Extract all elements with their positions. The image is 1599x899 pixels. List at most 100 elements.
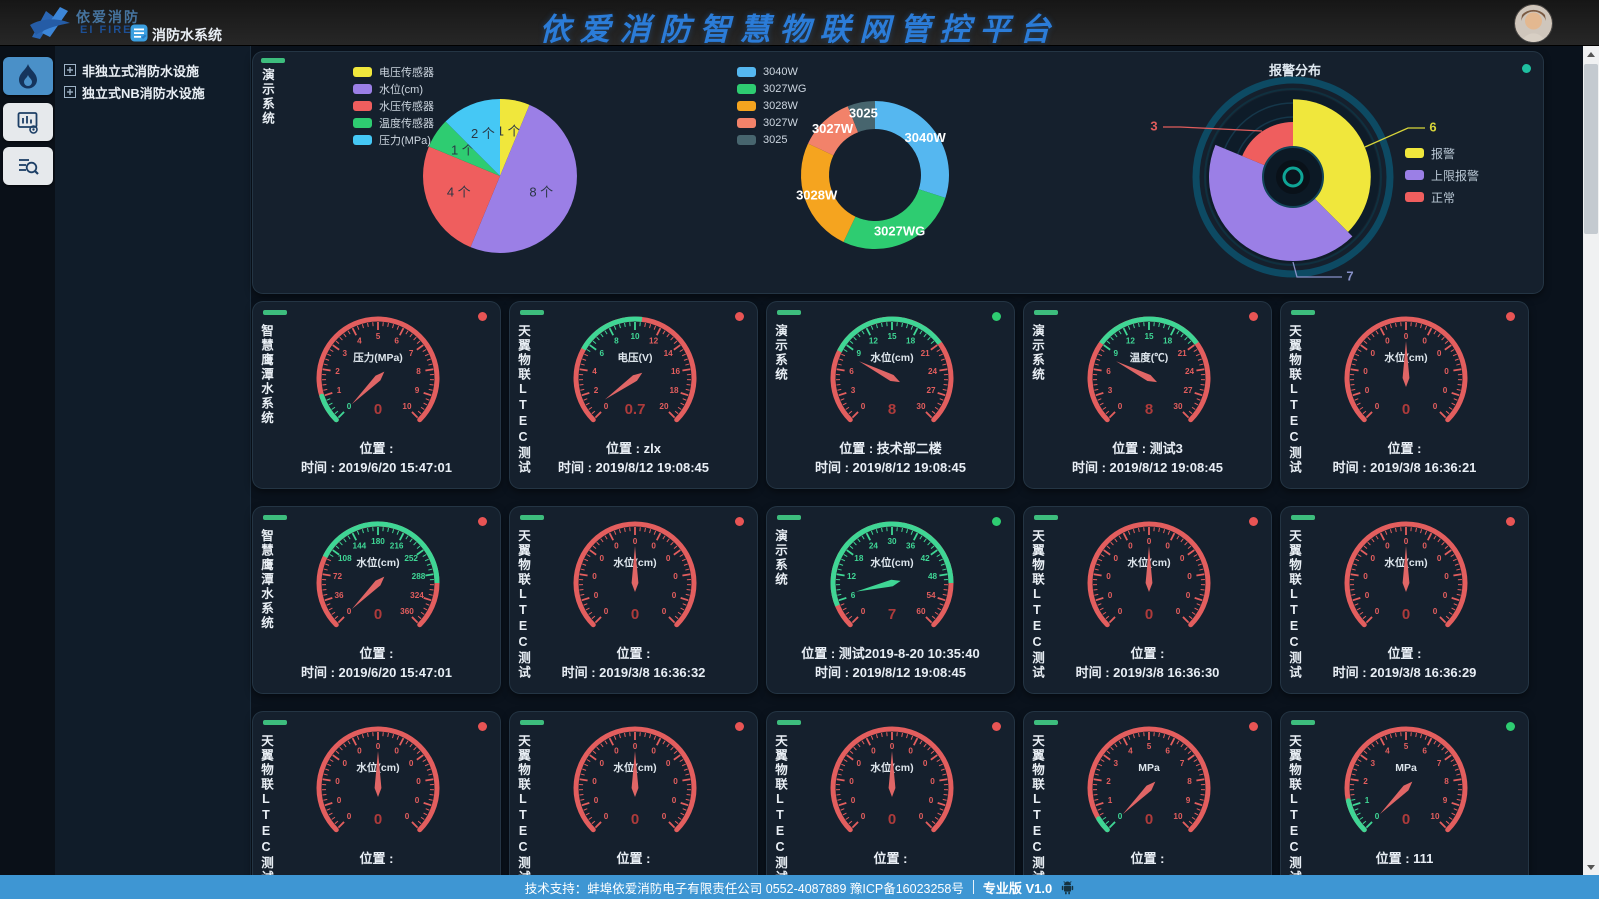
nav-monitor-button[interactable]: [3, 103, 53, 141]
tree-item-non-independent[interactable]: 非独立式消防水设施: [64, 60, 199, 80]
pie-legend-item[interactable]: 水压传感器: [353, 97, 434, 114]
donut-legend-item[interactable]: 3027W: [737, 114, 806, 131]
scroll-up-button[interactable]: [1583, 46, 1599, 62]
legend-label: 水位(cm): [379, 81, 423, 97]
svg-text:0: 0: [673, 777, 678, 786]
device-card[interactable]: 智慧鹰潭水系统012345678910压力(MPa)0位置 : 时间 : 201…: [253, 302, 500, 488]
nav-fire-button[interactable]: [3, 57, 53, 95]
legend-label: 3028W: [763, 100, 798, 112]
svg-text:0: 0: [1118, 812, 1123, 821]
vertical-scrollbar[interactable]: [1583, 46, 1599, 875]
svg-text:3040W: 3040W: [905, 130, 947, 145]
pie-legend-item[interactable]: 电压传感器: [353, 63, 434, 80]
time-text: 时间 : 2019/3/8 16:36:29: [1281, 662, 1528, 681]
svg-text:0: 0: [631, 606, 639, 623]
svg-text:360: 360: [400, 607, 414, 616]
device-card[interactable]: 天翼物联LTEC测试00000000000水位(cm)0位置 :: [767, 712, 1014, 898]
rose-chart-title: 报警分布: [1240, 60, 1350, 79]
svg-text:0: 0: [1371, 554, 1376, 563]
svg-text:6: 6: [1429, 119, 1436, 134]
location-text: 位置 :: [1281, 643, 1528, 662]
donut-legend-item[interactable]: 3040W: [737, 63, 806, 80]
pie-legend-item[interactable]: 压力(MPa): [353, 131, 434, 148]
rose-legend-item[interactable]: 上限报警: [1405, 164, 1479, 186]
device-card[interactable]: 天翼物联LTEC测试00000000000水位(cm)0位置 : 时间 : 20…: [1281, 507, 1528, 693]
svg-text:0: 0: [871, 747, 876, 756]
device-card[interactable]: 天翼物联LTEC测试02468101214161820电压(V)0.7位置 : …: [510, 302, 757, 488]
device-card[interactable]: 天翼物联LTEC测试00000000000水位(cm)0位置 : 时间 : 20…: [1281, 302, 1528, 488]
tree-item-independent-nb[interactable]: 独立式NB消防水设施: [64, 82, 205, 102]
scroll-down-button[interactable]: [1583, 859, 1599, 875]
status-dot: [1249, 517, 1258, 526]
donut-legend-item[interactable]: 3025: [737, 131, 806, 148]
status-dot: [1506, 312, 1515, 321]
user-avatar[interactable]: [1514, 4, 1553, 43]
expand-plus-icon[interactable]: [64, 86, 76, 98]
svg-text:水位(cm): 水位(cm): [869, 351, 913, 364]
device-card[interactable]: 天翼物联LTEC测试00000000000水位(cm)0位置 :: [253, 712, 500, 898]
svg-text:0: 0: [1187, 572, 1192, 581]
device-card[interactable]: 天翼物联LTEC测试00000000000水位(cm)0位置 : 时间 : 20…: [1024, 507, 1271, 693]
svg-text:2: 2: [1106, 777, 1111, 786]
svg-text:7: 7: [1437, 759, 1442, 768]
nav-query-button[interactable]: [3, 147, 53, 185]
scrollbar-thumb[interactable]: [1584, 64, 1598, 234]
svg-text:4 个: 4 个: [447, 185, 471, 200]
svg-text:12: 12: [1126, 337, 1136, 346]
time-text: 时间 : 2019/8/12 19:08:45: [510, 457, 757, 476]
overview-charts-canvas: 1 个8 个4 个1 个2 个3040W3027WG3028W3027W3025…: [253, 52, 1543, 293]
svg-text:温度(℃): 温度(℃): [1130, 351, 1169, 364]
svg-text:0: 0: [374, 401, 382, 418]
legend-label: 正常: [1431, 189, 1455, 206]
time-text: 时间 : 2019/3/8 16:36:21: [1281, 457, 1528, 476]
location-text: 位置 :: [253, 643, 500, 662]
chart-monitor-icon: [16, 110, 41, 135]
rose-legend-item[interactable]: 正常: [1405, 186, 1479, 208]
location-text: 位置 :: [253, 438, 500, 457]
device-card[interactable]: 演示系统036912151821242730温度(℃)8位置 : 测试3时间 :…: [1024, 302, 1271, 488]
svg-text:7: 7: [1180, 759, 1185, 768]
svg-text:0: 0: [347, 402, 352, 411]
gauge: 06121824303642485460水位(cm)7: [792, 509, 992, 647]
device-card[interactable]: 天翼物联LTEC测试00000000000水位(cm)0位置 : 时间 : 20…: [510, 507, 757, 693]
legend-swatch: [1405, 148, 1424, 158]
svg-text:2: 2: [335, 367, 340, 376]
svg-text:0: 0: [861, 812, 866, 821]
status-dot: [478, 722, 487, 731]
gauge: 012345678910MPa0: [1049, 714, 1249, 852]
svg-text:0: 0: [930, 777, 935, 786]
svg-text:0: 0: [335, 777, 340, 786]
svg-text:0: 0: [1444, 367, 1449, 376]
legend-label: 3027W: [763, 117, 798, 129]
device-card[interactable]: 智慧鹰潭水系统03672108144180216252288324360水位(c…: [253, 507, 500, 693]
device-card[interactable]: 演示系统06121824303642485460水位(cm)7位置 : 测试20…: [767, 507, 1014, 693]
status-dot: [1249, 722, 1258, 731]
device-card[interactable]: 天翼物联LTEC测试00000000000水位(cm)0位置 :: [510, 712, 757, 898]
legend-label: 3040W: [763, 66, 798, 78]
location-text: 位置 :: [1281, 438, 1528, 457]
device-card[interactable]: 天翼物联LTEC测试012345678910MPa0位置 : 111: [1281, 712, 1528, 898]
svg-text:0: 0: [600, 554, 605, 563]
donut-legend-item[interactable]: 3028W: [737, 97, 806, 114]
svg-text:0: 0: [415, 796, 420, 805]
android-icon: [1061, 880, 1074, 895]
pie-legend-item[interactable]: 温度传感器: [353, 114, 434, 131]
svg-text:水位(cm): 水位(cm): [869, 556, 913, 569]
time-text: 时间 : 2019/8/12 19:08:45: [767, 457, 1014, 476]
status-dot: [1506, 517, 1515, 526]
device-card[interactable]: 演示系统036912151821242730水位(cm)8位置 : 技术部二楼时…: [767, 302, 1014, 488]
rose-legend-item[interactable]: 报警: [1405, 142, 1479, 164]
svg-text:0: 0: [614, 542, 619, 551]
svg-text:0: 0: [1402, 401, 1410, 418]
svg-text:288: 288: [412, 572, 426, 581]
expand-plus-icon[interactable]: [64, 64, 76, 76]
svg-text:24: 24: [869, 542, 879, 551]
donut-legend-item[interactable]: 3027WG: [737, 80, 806, 97]
svg-text:36: 36: [906, 542, 916, 551]
legend-label: 电压传感器: [379, 64, 434, 80]
pie-legend-item[interactable]: 水位(cm): [353, 80, 434, 97]
location-text: 位置 :: [1024, 643, 1271, 662]
svg-text:0: 0: [1437, 349, 1442, 358]
device-card[interactable]: 天翼物联LTEC测试012345678910MPa0位置 :: [1024, 712, 1271, 898]
flame-icon: [17, 63, 39, 89]
